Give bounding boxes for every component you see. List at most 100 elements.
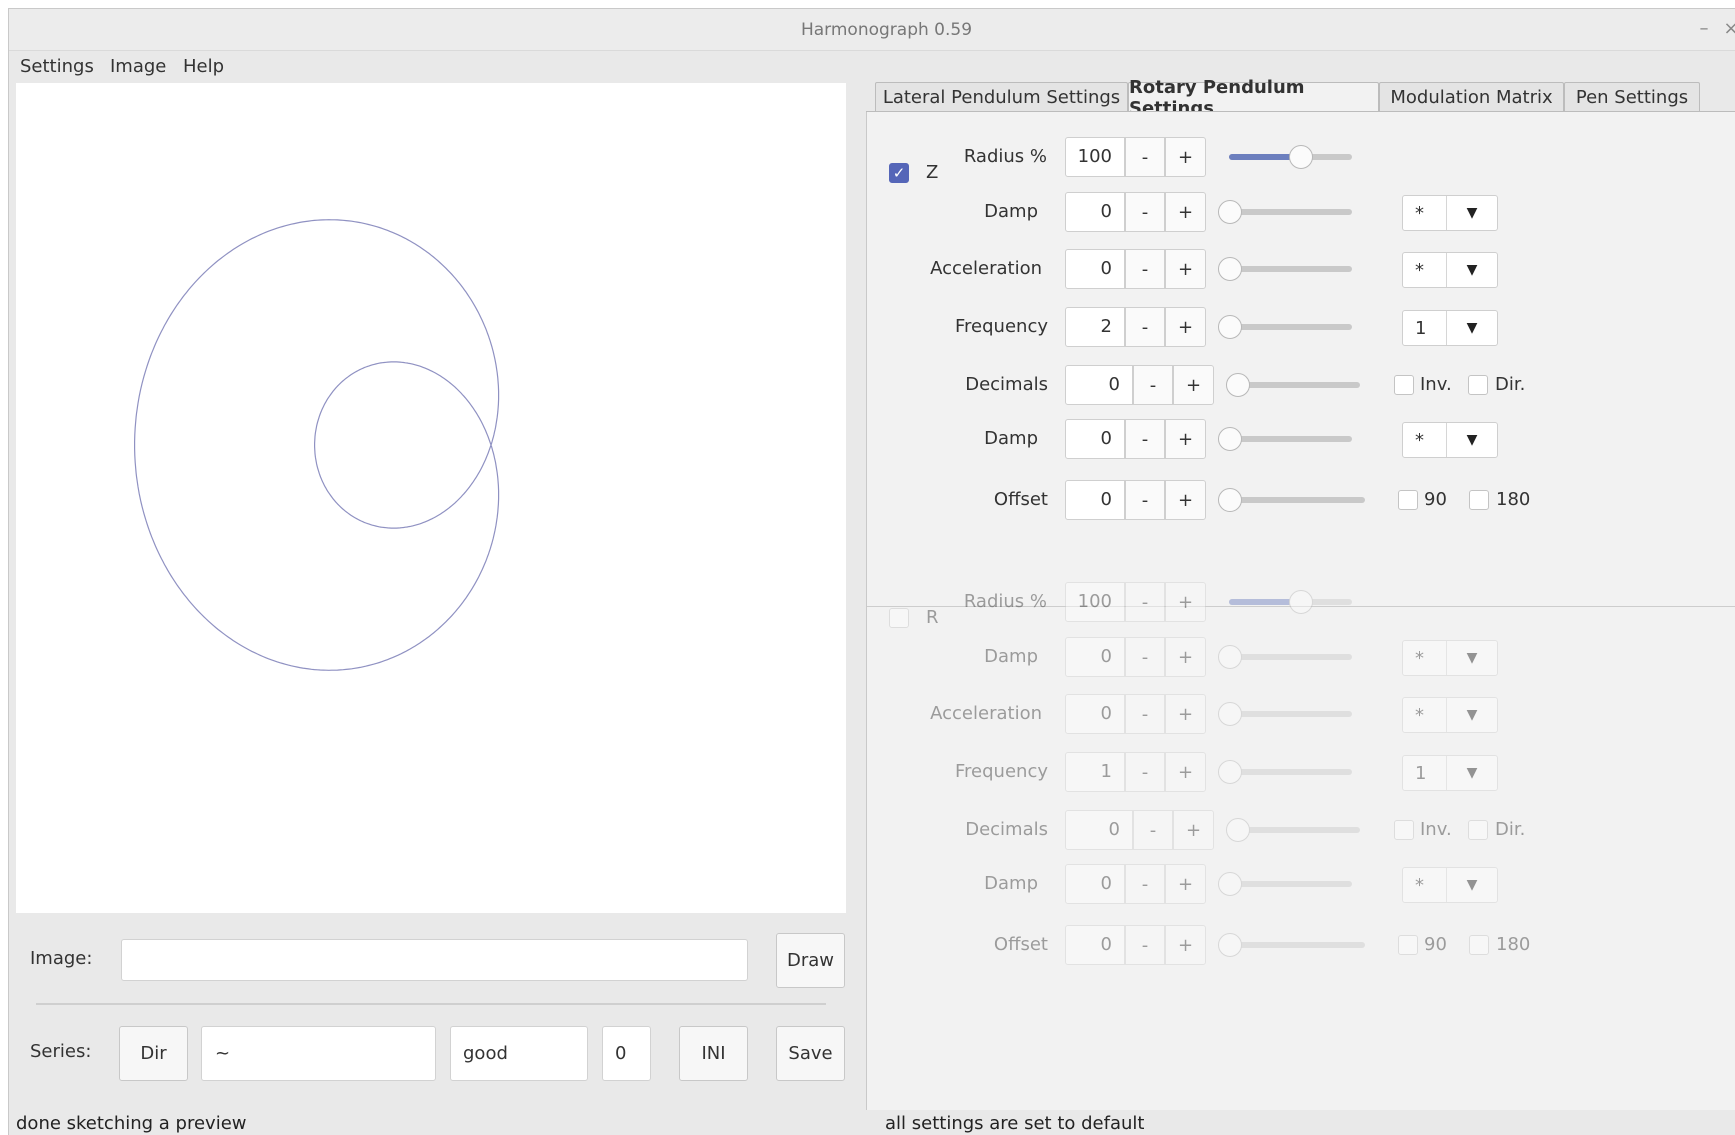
- combo-damp2[interactable]: * ▼: [1402, 422, 1498, 458]
- slider-freq[interactable]: [1218, 314, 1352, 340]
- draw-button[interactable]: Draw: [776, 933, 845, 988]
- pendulum-enable-checkbox[interactable]: [889, 608, 909, 628]
- chevron-down-icon[interactable]: ▼: [1447, 641, 1497, 675]
- increment-button-accel[interactable]: +: [1165, 249, 1206, 289]
- offset-180-checkbox[interactable]: [1469, 935, 1489, 955]
- combo-accel[interactable]: * ▼: [1402, 252, 1498, 288]
- chevron-down-icon[interactable]: ▼: [1447, 698, 1497, 732]
- chevron-down-icon[interactable]: ▼: [1447, 311, 1497, 345]
- slider-knob[interactable]: [1218, 872, 1242, 896]
- value-field-offset[interactable]: 0: [1065, 925, 1125, 965]
- combo-accel[interactable]: * ▼: [1402, 697, 1498, 733]
- value-field-accel[interactable]: 0: [1065, 694, 1125, 734]
- chevron-down-icon[interactable]: ▼: [1447, 423, 1497, 457]
- slider-knob[interactable]: [1218, 645, 1242, 669]
- slider-knob[interactable]: [1226, 818, 1250, 842]
- decrement-button-offset[interactable]: -: [1125, 925, 1165, 965]
- value-field-radius[interactable]: 100: [1065, 137, 1125, 177]
- decrement-button-radius[interactable]: -: [1125, 582, 1165, 622]
- combo-damp1[interactable]: * ▼: [1402, 640, 1498, 676]
- menu-image[interactable]: Image: [110, 52, 166, 82]
- slider-freq[interactable]: [1218, 759, 1352, 785]
- decrement-button-accel[interactable]: -: [1125, 694, 1165, 734]
- value-field-damp2[interactable]: 0: [1065, 419, 1125, 459]
- slider-knob[interactable]: [1226, 373, 1250, 397]
- tab-lateral-pendulum[interactable]: Lateral Pendulum Settings: [875, 82, 1128, 112]
- value-field-accel[interactable]: 0: [1065, 249, 1125, 289]
- slider-knob[interactable]: [1218, 427, 1242, 451]
- slider-knob[interactable]: [1218, 933, 1242, 957]
- minimize-icon[interactable]: –: [1694, 17, 1714, 41]
- ini-button[interactable]: INI: [679, 1026, 748, 1081]
- slider-offset[interactable]: [1218, 487, 1365, 513]
- menu-help[interactable]: Help: [183, 52, 224, 82]
- slider-radius[interactable]: [1229, 144, 1352, 170]
- combo-damp1[interactable]: * ▼: [1402, 195, 1498, 231]
- slider-knob[interactable]: [1218, 760, 1242, 784]
- slider-knob[interactable]: [1218, 200, 1242, 224]
- decrement-button-damp1[interactable]: -: [1125, 192, 1165, 232]
- series-name-field[interactable]: good: [450, 1026, 588, 1081]
- slider-damp2[interactable]: [1218, 426, 1352, 452]
- decrement-button-offset[interactable]: -: [1125, 480, 1165, 520]
- slider-damp1[interactable]: [1218, 199, 1352, 225]
- decrement-button-decimals[interactable]: -: [1133, 365, 1173, 405]
- slider-knob[interactable]: [1218, 315, 1242, 339]
- offset-180-checkbox[interactable]: [1469, 490, 1489, 510]
- increment-button-offset[interactable]: +: [1165, 925, 1206, 965]
- increment-button-damp1[interactable]: +: [1165, 192, 1206, 232]
- image-path-field[interactable]: [121, 939, 748, 981]
- value-field-decimals[interactable]: 0: [1065, 810, 1133, 850]
- tab-rotary-pendulum[interactable]: Rotary Pendulum Settings: [1128, 77, 1379, 119]
- tab-pen-settings[interactable]: Pen Settings: [1564, 82, 1700, 112]
- combo-freq[interactable]: 1 ▼: [1402, 310, 1498, 346]
- increment-button-freq[interactable]: +: [1165, 307, 1206, 347]
- increment-button-freq[interactable]: +: [1165, 752, 1206, 792]
- direction-checkbox[interactable]: [1468, 820, 1488, 840]
- slider-accel[interactable]: [1218, 701, 1352, 727]
- slider-decimals[interactable]: [1226, 372, 1360, 398]
- increment-button-offset[interactable]: +: [1165, 480, 1206, 520]
- increment-button-accel[interactable]: +: [1165, 694, 1206, 734]
- slider-knob[interactable]: [1218, 257, 1242, 281]
- decrement-button-freq[interactable]: -: [1125, 752, 1165, 792]
- value-field-decimals[interactable]: 0: [1065, 365, 1133, 405]
- invert-checkbox[interactable]: [1394, 375, 1414, 395]
- chevron-down-icon[interactable]: ▼: [1447, 253, 1497, 287]
- slider-offset[interactable]: [1218, 932, 1365, 958]
- tab-modulation-matrix[interactable]: Modulation Matrix: [1379, 82, 1564, 112]
- value-field-freq[interactable]: 2: [1065, 307, 1125, 347]
- increment-button-damp2[interactable]: +: [1165, 864, 1206, 904]
- slider-knob[interactable]: [1218, 702, 1242, 726]
- pendulum-enable-checkbox[interactable]: ✓: [889, 163, 909, 183]
- chevron-down-icon[interactable]: ▼: [1447, 756, 1497, 790]
- direction-checkbox[interactable]: [1468, 375, 1488, 395]
- slider-damp1[interactable]: [1218, 644, 1352, 670]
- dir-button[interactable]: Dir: [119, 1026, 188, 1081]
- drawing-canvas[interactable]: [16, 83, 846, 913]
- series-index-field[interactable]: 0: [602, 1026, 651, 1081]
- slider-accel[interactable]: [1218, 256, 1352, 282]
- series-path-field[interactable]: ~: [201, 1026, 436, 1081]
- decrement-button-freq[interactable]: -: [1125, 307, 1165, 347]
- save-button[interactable]: Save: [776, 1026, 845, 1081]
- value-field-offset[interactable]: 0: [1065, 480, 1125, 520]
- decrement-button-damp2[interactable]: -: [1125, 864, 1165, 904]
- increment-button-radius[interactable]: +: [1165, 137, 1206, 177]
- value-field-damp2[interactable]: 0: [1065, 864, 1125, 904]
- value-field-damp1[interactable]: 0: [1065, 192, 1125, 232]
- increment-button-damp1[interactable]: +: [1165, 637, 1206, 677]
- decrement-button-radius[interactable]: -: [1125, 137, 1165, 177]
- increment-button-damp2[interactable]: +: [1165, 419, 1206, 459]
- chevron-down-icon[interactable]: ▼: [1447, 868, 1497, 902]
- invert-checkbox[interactable]: [1394, 820, 1414, 840]
- slider-radius[interactable]: [1229, 589, 1352, 615]
- chevron-down-icon[interactable]: ▼: [1447, 196, 1497, 230]
- decrement-button-damp1[interactable]: -: [1125, 637, 1165, 677]
- offset-90-checkbox[interactable]: [1398, 935, 1418, 955]
- increment-button-radius[interactable]: +: [1165, 582, 1206, 622]
- decrement-button-decimals[interactable]: -: [1133, 810, 1173, 850]
- decrement-button-accel[interactable]: -: [1125, 249, 1165, 289]
- value-field-radius[interactable]: 100: [1065, 582, 1125, 622]
- increment-button-decimals[interactable]: +: [1173, 810, 1214, 850]
